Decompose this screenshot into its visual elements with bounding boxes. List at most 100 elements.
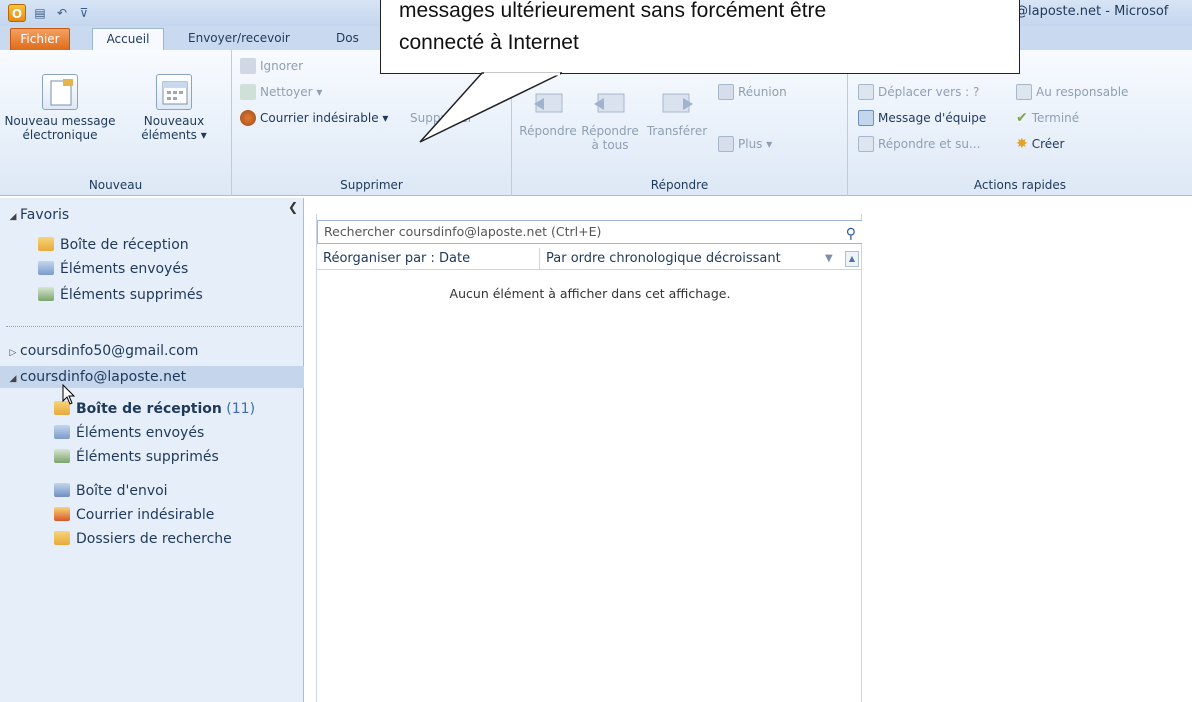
- expand-arrow-icon[interactable]: ◢: [6, 206, 20, 228]
- customize-icon[interactable]: ⊽: [76, 5, 92, 21]
- junk-label: Courrier indésirable: [76, 507, 215, 523]
- nav-separator: [6, 326, 302, 327]
- tab-fichier[interactable]: Fichier: [10, 28, 70, 50]
- account-laposte[interactable]: ◢ coursdinfo@laposte.net: [0, 366, 304, 388]
- team-email-button[interactable]: Message d'équipe: [858, 108, 986, 128]
- folder-outbox[interactable]: Boîte d'envoi: [54, 480, 358, 502]
- callout-line-1: messages ultérieurement sans forcément ê…: [399, 0, 827, 22]
- expand-arrow-icon[interactable]: ◢: [6, 368, 20, 390]
- tab-accueil[interactable]: Accueil: [92, 28, 164, 50]
- clean-up-icon: [240, 84, 256, 100]
- folder-junk[interactable]: Courrier indésirable: [54, 504, 358, 526]
- search-input[interactable]: Rechercher coursdinfo@laposte.net (Ctrl+…: [317, 220, 863, 244]
- new-items-label-line1: Nouveaux: [143, 114, 205, 128]
- reply-delete-button[interactable]: Répondre et su...: [858, 134, 980, 154]
- outbox-label: Boîte d'envoi: [76, 483, 168, 499]
- move-to-button[interactable]: Déplacer vers : ?: [858, 82, 979, 102]
- search-icon[interactable]: ⚲: [846, 223, 856, 245]
- empty-list-message: Aucun élément à afficher dans cet affich…: [449, 286, 731, 301]
- junk-folder-icon: [54, 507, 70, 521]
- team-email-label: Message d'équipe: [878, 111, 987, 125]
- search-placeholder: Rechercher coursdinfo@laposte.net (Ctrl+…: [324, 224, 602, 239]
- new-items-label-line2: éléments ▾: [141, 128, 207, 142]
- reply-icon: [530, 84, 566, 120]
- ignore-button[interactable]: Ignorer: [240, 56, 303, 76]
- fav-deleted-label: Éléments supprimés: [60, 287, 203, 303]
- junk-mail-icon: [240, 110, 256, 126]
- sort-order-button[interactable]: Par ordre chronologique décroissant: [539, 248, 781, 270]
- fav-inbox[interactable]: Boîte de réception: [38, 234, 342, 256]
- search-folder-icon: [54, 531, 70, 545]
- ignore-label: Ignorer: [260, 59, 304, 73]
- group-label-actions-rapides: Actions rapides: [973, 178, 1067, 192]
- forward-button[interactable]: Transférer: [642, 84, 712, 138]
- sent-label: Éléments envoyés: [76, 425, 205, 441]
- reply-all-button[interactable]: Répondre à tous: [578, 84, 642, 152]
- deleted-label: Éléments supprimés: [76, 449, 219, 465]
- done-button[interactable]: ✔ Terminé: [1016, 108, 1079, 128]
- reply-label: Répondre: [519, 124, 577, 138]
- collapsed-arrow-icon[interactable]: ▷: [6, 342, 20, 364]
- more-icon: [718, 136, 734, 152]
- sent-folder-icon: [54, 425, 70, 439]
- tab-envoyer-recevoir[interactable]: Envoyer/recevoir: [176, 28, 302, 50]
- group-nouveau: Nouveau message électronique Nouveaux él…: [0, 50, 232, 196]
- fav-sent-label: Éléments envoyés: [60, 261, 189, 277]
- clean-up-button[interactable]: Nettoyer ▾: [240, 82, 322, 102]
- more-label: Plus ▾: [738, 137, 773, 151]
- favorites-header[interactable]: ◢ Favoris: [6, 204, 310, 226]
- sent-folder-icon: [38, 261, 54, 275]
- outlook-app-icon[interactable]: O: [8, 4, 26, 22]
- save-icon[interactable]: ▤: [32, 5, 48, 21]
- new-message-button[interactable]: Nouveau message électronique: [2, 74, 118, 142]
- team-email-icon: [858, 110, 874, 126]
- favorites-label: Favoris: [20, 207, 70, 223]
- search-folders-label: Dossiers de recherche: [76, 531, 232, 547]
- group-label-repondre: Répondre: [650, 178, 709, 192]
- reply-button[interactable]: Répondre: [518, 84, 578, 138]
- move-to-label: Déplacer vers : ?: [878, 85, 980, 99]
- sort-bar: Réorganiser par : Date Par ordre chronol…: [317, 248, 863, 270]
- account-gmail-label: coursdinfo50@gmail.com: [20, 343, 199, 359]
- clean-up-label: Nettoyer ▾: [260, 85, 323, 99]
- move-to-icon: [858, 84, 874, 100]
- new-message-icon: [42, 74, 78, 110]
- meeting-icon: [718, 84, 734, 100]
- meeting-button[interactable]: Réunion: [718, 82, 787, 102]
- folder-search[interactable]: Dossiers de recherche: [54, 528, 358, 550]
- folder-deleted[interactable]: Éléments supprimés: [54, 446, 358, 468]
- fav-inbox-label: Boîte de réception: [60, 237, 189, 253]
- inbox-folder-icon: [38, 237, 54, 251]
- folder-sent[interactable]: Éléments envoyés: [54, 422, 358, 444]
- more-button[interactable]: Plus ▾: [718, 134, 772, 154]
- fav-deleted[interactable]: Éléments supprimés: [38, 284, 342, 306]
- manager-button[interactable]: Au responsable: [1016, 82, 1128, 102]
- inbox-label: Boîte de réception: [76, 401, 222, 417]
- delete-button[interactable]: Supprimer: [410, 108, 473, 128]
- quick-access-toolbar: O ▤ ↶ ⊽: [8, 4, 92, 22]
- account-gmail[interactable]: ▷ coursdinfo50@gmail.com: [6, 340, 310, 362]
- group-label-nouveau: Nouveau: [88, 178, 143, 192]
- fav-sent[interactable]: Éléments envoyés: [38, 258, 342, 280]
- mail-list-pane: Rechercher coursdinfo@laposte.net (Ctrl+…: [316, 214, 863, 702]
- reply-all-icon: [592, 84, 628, 120]
- sort-dropdown-icon[interactable]: ▼: [825, 248, 833, 270]
- reply-all-label-2: à tous: [591, 138, 629, 152]
- create-button[interactable]: ✸ Créer: [1016, 134, 1064, 154]
- checkmark-icon: ✔: [1016, 110, 1028, 126]
- forward-label: Transférer: [646, 124, 708, 138]
- folder-inbox[interactable]: Boîte de réception (11): [54, 398, 358, 420]
- undo-icon[interactable]: ↶: [54, 5, 70, 21]
- tab-dossier[interactable]: Dos: [324, 28, 371, 50]
- reading-pane: [862, 198, 1192, 702]
- trash-folder-icon: [38, 287, 54, 301]
- manager-label: Au responsable: [1036, 85, 1129, 99]
- new-message-label-line2: électronique: [22, 128, 98, 142]
- scroll-up-arrow-icon[interactable]: ▲: [845, 251, 859, 267]
- new-items-button[interactable]: Nouveaux éléments ▾: [120, 74, 228, 142]
- junk-button[interactable]: Courrier indésirable ▾: [240, 108, 388, 128]
- arrange-by-button[interactable]: Réorganiser par : Date: [323, 248, 470, 270]
- folder-pane: ❮ ◢ Favoris Boîte de réception Éléments e…: [0, 198, 304, 702]
- trash-folder-icon: [54, 449, 70, 463]
- forward-icon: [659, 84, 695, 120]
